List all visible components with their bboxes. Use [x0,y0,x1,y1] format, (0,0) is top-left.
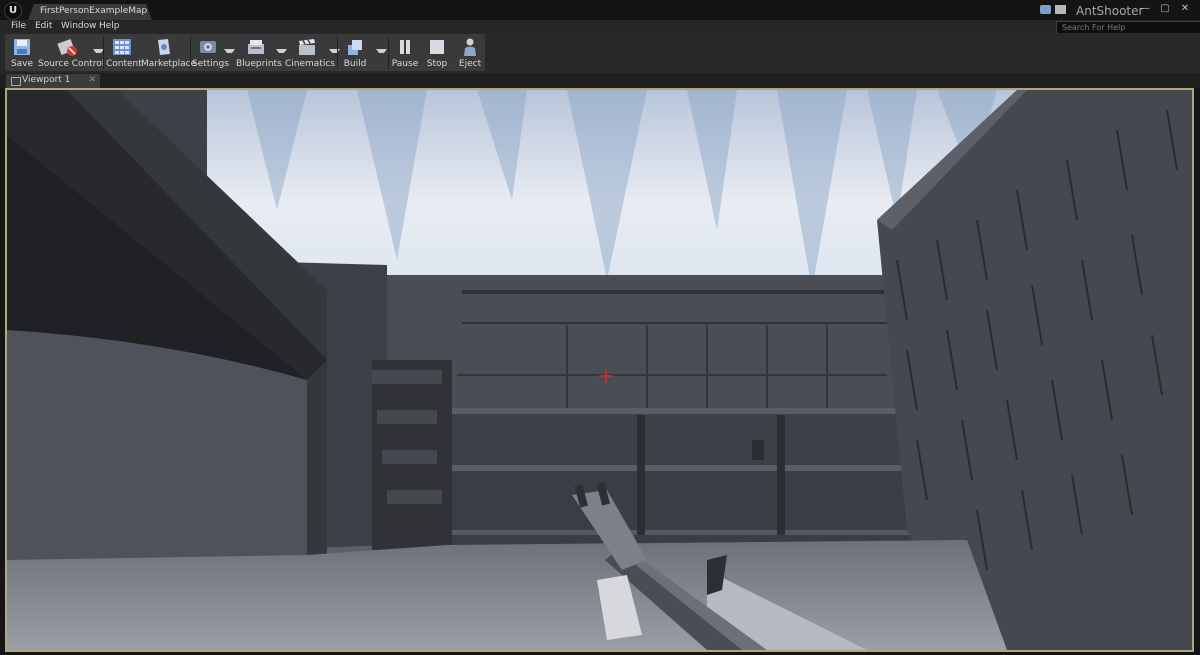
build-button[interactable]: Build [340,34,370,71]
close-tab-icon[interactable]: ✕ [88,75,96,85]
content-label: Content [106,59,142,69]
maximize-icon[interactable]: ▢ [1158,3,1172,14]
package-icon[interactable] [1055,5,1066,14]
game-viewport[interactable] [5,88,1194,652]
save-label: Save [10,59,34,69]
menu-file[interactable]: File [11,21,26,31]
map-tab[interactable]: FirstPersonExampleMap [28,4,152,20]
marketplace-label: Marketplace [141,59,197,69]
menu-edit[interactable]: Edit [35,21,52,31]
marketplace-icon [154,37,174,57]
minimize-icon[interactable]: — [1138,3,1152,14]
stop-button[interactable]: Stop [424,34,450,71]
save-icon [12,37,32,57]
menu-window[interactable]: Window [61,21,97,31]
menu-help[interactable]: Help [99,21,120,31]
save-button[interactable]: Save [7,34,37,71]
eject-button[interactable]: Eject [456,34,484,71]
project-name: AntShooter [1076,4,1144,18]
unreal-logo-icon: U [4,2,22,20]
chat-icon[interactable] [1040,5,1051,14]
source-control-icon [57,37,77,57]
viewport-tab-label: Viewport 1 [22,75,71,85]
stop-label: Stop [426,59,448,69]
title-bar [0,0,1200,20]
pause-icon [395,37,415,57]
cinematics-icon [297,37,317,57]
marketplace-button[interactable]: Marketplace [141,34,197,71]
viewport-icon [11,77,21,86]
source-control-button[interactable]: Source Control [38,34,105,71]
viewport-tab-row [0,73,1200,88]
cinematics-button[interactable]: Cinematics [285,34,335,71]
build-icon [345,37,365,57]
stop-icon [427,37,447,57]
build-chevron-down-icon[interactable] [376,49,387,56]
cinematics-label: Cinematics [285,59,335,69]
build-label: Build [343,59,367,69]
cinematics-chevron-down-icon[interactable] [329,49,340,56]
blueprints-icon [246,37,266,57]
close-icon[interactable]: ✕ [1178,3,1192,14]
game-scene [7,90,1192,650]
menu-bar [0,20,1200,33]
map-tab-label: FirstPersonExampleMap [40,6,148,16]
content-button[interactable]: Content [106,34,142,71]
toolbar-separator [190,36,191,69]
content-icon [112,37,132,57]
pause-label: Pause [391,59,419,69]
source-control-label: Source Control [38,59,105,69]
eject-icon [460,37,480,57]
eject-label: Eject [458,59,482,69]
settings-button[interactable]: Settings [192,34,229,71]
pause-button[interactable]: Pause [391,34,419,71]
viewport-tab[interactable]: Viewport 1 ✕ [6,74,100,88]
blueprints-button[interactable]: Blueprints [236,34,282,71]
settings-chevron-down-icon[interactable] [224,49,235,56]
settings-label: Settings [192,59,229,69]
toolbar-separator [337,36,338,69]
toolbar-separator [388,36,389,69]
blueprints-label: Blueprints [236,59,282,69]
settings-icon [198,37,218,57]
toolbar-separator [103,36,104,69]
